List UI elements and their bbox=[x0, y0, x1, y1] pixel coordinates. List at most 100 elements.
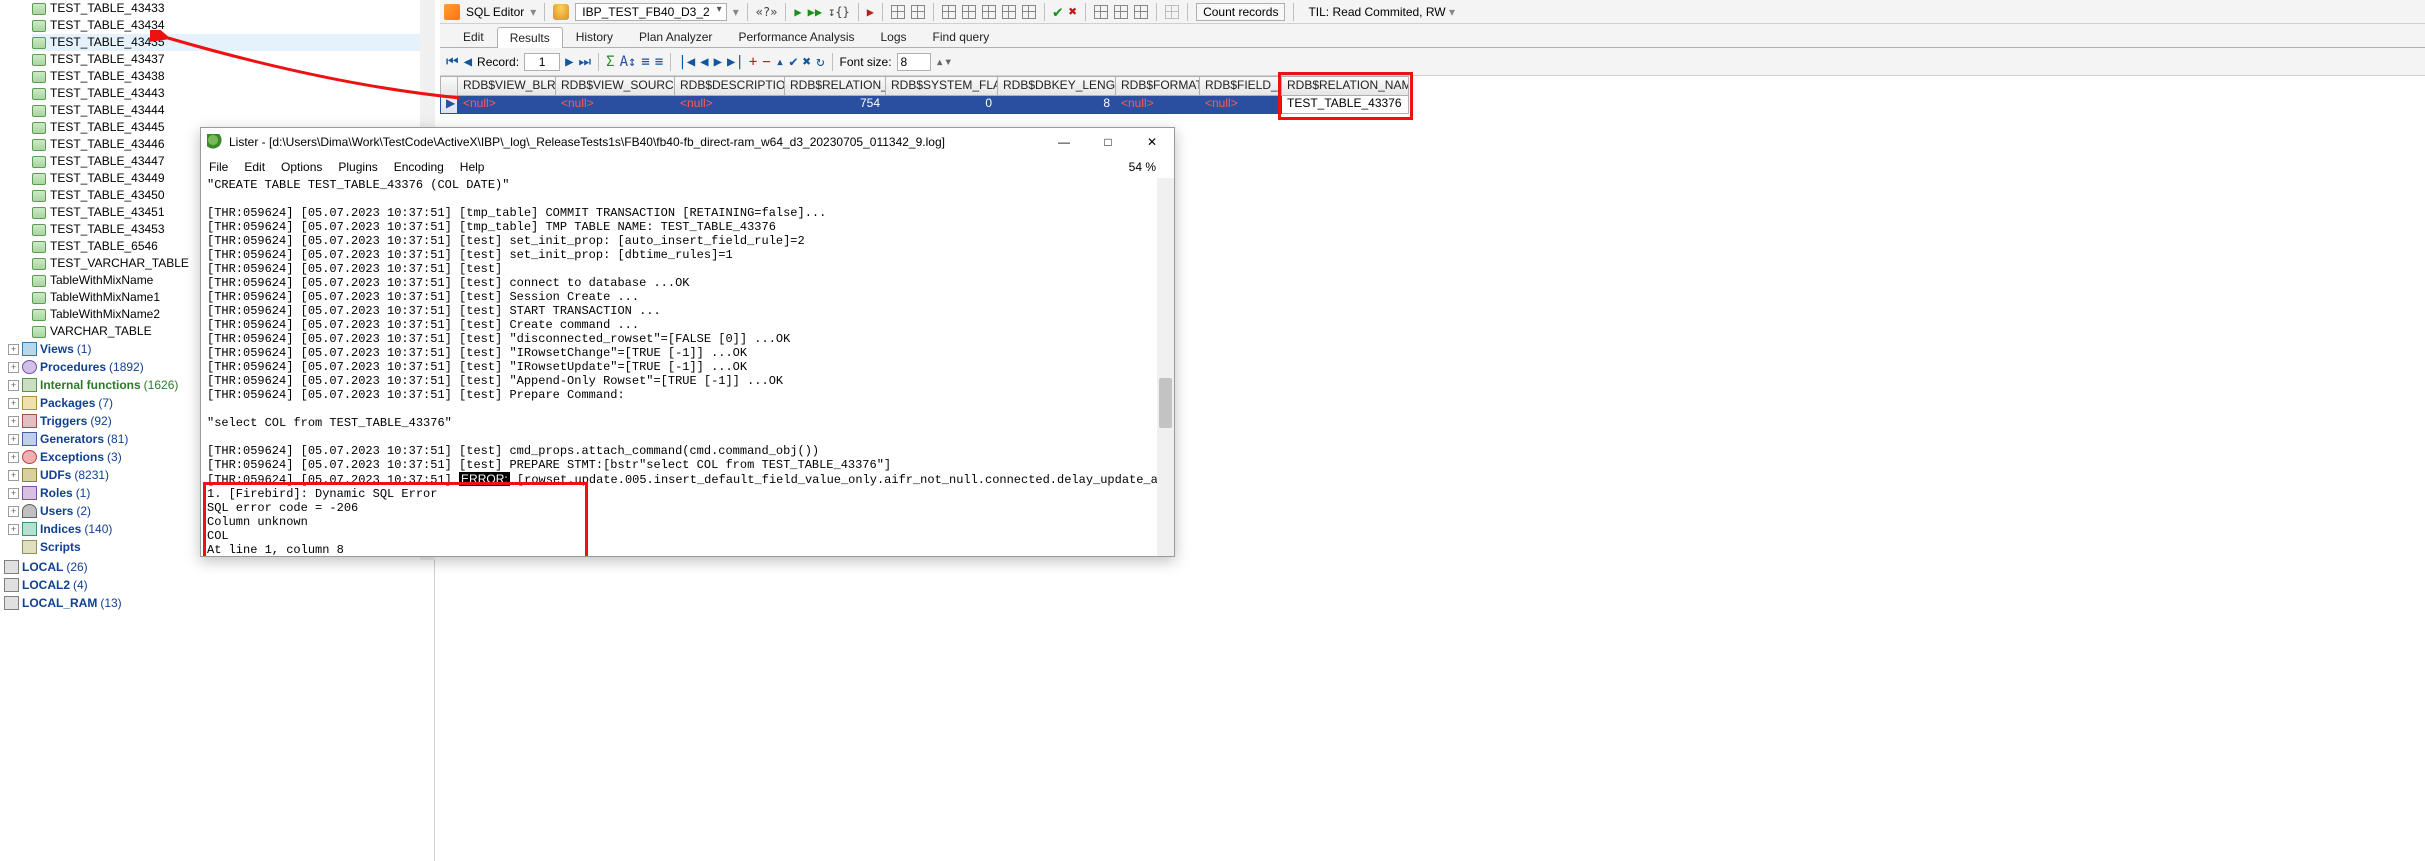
row-cancel-icon[interactable]: ✖ bbox=[803, 54, 811, 70]
font-size-stepper-icon[interactable]: ▴▾ bbox=[936, 54, 953, 70]
grid2-icon[interactable] bbox=[911, 5, 925, 19]
tab-history[interactable]: History bbox=[563, 26, 626, 47]
grid3-icon[interactable] bbox=[942, 5, 956, 19]
lister-body[interactable]: "CREATE TABLE TEST_TABLE_43376 (COL DATE… bbox=[201, 178, 1174, 556]
grid1-icon[interactable] bbox=[891, 5, 905, 19]
menu-plugins[interactable]: Plugins bbox=[338, 160, 377, 174]
grid-cell[interactable]: 0 bbox=[886, 96, 998, 114]
rollback-icon[interactable]: ✖ bbox=[1069, 4, 1077, 20]
database-dropdown[interactable]: IBP_TEST_FB40_D3_2 bbox=[575, 3, 726, 21]
grid-cell[interactable]: 8 bbox=[998, 96, 1116, 114]
tab-performance-analysis[interactable]: Performance Analysis bbox=[725, 26, 867, 47]
expand-icon[interactable]: + bbox=[8, 434, 19, 445]
font-size-input[interactable]: 8 bbox=[897, 53, 931, 71]
grid-cell[interactable]: <null> bbox=[675, 96, 785, 114]
export2-icon[interactable] bbox=[1114, 5, 1128, 19]
del-row-icon[interactable]: − bbox=[762, 54, 770, 70]
go-prev-icon[interactable]: ◀ bbox=[700, 54, 708, 70]
grid-data-row[interactable]: ▶ <null><null><null>75408<null><null>TES… bbox=[440, 96, 2425, 114]
count-records-button[interactable]: Count records bbox=[1196, 3, 1285, 21]
table-row[interactable]: TEST_TABLE_43433 bbox=[32, 0, 434, 17]
table-row[interactable]: TEST_TABLE_43443 bbox=[32, 85, 434, 102]
run-step-icon[interactable]: ▶▶ bbox=[808, 5, 822, 19]
grid6-icon[interactable] bbox=[1002, 5, 1016, 19]
expand-icon[interactable]: + bbox=[8, 470, 19, 481]
category-count: (81) bbox=[107, 430, 128, 448]
edit-row-icon[interactable]: ▴ bbox=[776, 54, 784, 70]
lister-titlebar[interactable]: Lister - [d:\Users\Dima\Work\TestCode\Ac… bbox=[201, 128, 1174, 156]
grid-cell[interactable]: <null> bbox=[556, 96, 675, 114]
expand-icon[interactable]: + bbox=[8, 344, 19, 355]
grid5-icon[interactable] bbox=[982, 5, 996, 19]
table-row[interactable]: TEST_TABLE_43438 bbox=[32, 68, 434, 85]
expand-icon[interactable]: + bbox=[8, 380, 19, 391]
grid-header-cell[interactable]: RDB$FIELD_ID bbox=[1200, 76, 1282, 96]
grid-header-cell[interactable]: RDB$SYSTEM_FLAG bbox=[886, 76, 998, 96]
run-red-icon[interactable]: ▶ bbox=[867, 5, 874, 19]
expand-icon[interactable]: + bbox=[8, 506, 19, 517]
menu-encoding[interactable]: Encoding bbox=[394, 160, 444, 174]
menu-options[interactable]: Options bbox=[281, 160, 322, 174]
menu-file[interactable]: File bbox=[209, 160, 228, 174]
grid-header-cell[interactable]: RDB$DESCRIPTION bbox=[675, 76, 785, 96]
expand-icon[interactable]: + bbox=[8, 416, 19, 427]
refresh-icon[interactable]: ↻ bbox=[816, 54, 824, 70]
nav-misc1-icon[interactable]: ≡ bbox=[641, 54, 649, 70]
grid4-icon[interactable] bbox=[962, 5, 976, 19]
close-button[interactable]: ✕ bbox=[1130, 128, 1174, 156]
go-first-icon[interactable]: |◀ bbox=[678, 54, 695, 70]
grid-cell[interactable]: <null> bbox=[1200, 96, 1282, 114]
db-alias-row[interactable]: LOCAL_RAM (13) bbox=[4, 594, 434, 612]
nav-last-icon[interactable]: ⏭ bbox=[579, 54, 592, 70]
export3-icon[interactable] bbox=[1134, 5, 1148, 19]
export4-icon[interactable] bbox=[1165, 5, 1179, 19]
expand-icon[interactable]: + bbox=[8, 524, 19, 535]
go-next-icon[interactable]: ▶ bbox=[714, 54, 722, 70]
nav-first-icon[interactable]: ⏮ bbox=[446, 54, 459, 70]
grid-cell[interactable]: 754 bbox=[785, 96, 886, 114]
db-alias-row[interactable]: LOCAL2 (4) bbox=[4, 576, 434, 594]
til-label[interactable]: TIL: Read Commited, RW ▾ bbox=[1302, 4, 1461, 20]
menu-help[interactable]: Help bbox=[460, 160, 485, 174]
expand-icon[interactable]: + bbox=[8, 362, 19, 373]
grid-header-cell[interactable]: RDB$DBKEY_LENGTH bbox=[998, 76, 1116, 96]
tab-results[interactable]: Results bbox=[497, 27, 563, 48]
expand-icon[interactable]: + bbox=[8, 488, 19, 499]
db-alias-row[interactable]: LOCAL (26) bbox=[4, 558, 434, 576]
tab-find-query[interactable]: Find query bbox=[920, 26, 1003, 47]
table-row[interactable]: TEST_TABLE_43444 bbox=[32, 102, 434, 119]
tab-edit[interactable]: Edit bbox=[450, 26, 497, 47]
grid-cell[interactable]: <null> bbox=[458, 96, 556, 114]
run-icon[interactable]: ▶ bbox=[794, 5, 801, 19]
minimize-button[interactable]: — bbox=[1042, 128, 1086, 156]
grid-header-cell[interactable]: RDB$FORMAT bbox=[1116, 76, 1200, 96]
grid-header-cell[interactable]: RDB$VIEW_BLR bbox=[458, 76, 556, 96]
add-row-icon[interactable]: + bbox=[749, 54, 757, 70]
export1-icon[interactable] bbox=[1094, 5, 1108, 19]
expand-icon[interactable]: + bbox=[8, 398, 19, 409]
expand-icon[interactable]: + bbox=[8, 452, 19, 463]
menu-edit[interactable]: Edit bbox=[244, 160, 265, 174]
table-row[interactable]: TEST_TABLE_43434 bbox=[32, 17, 434, 34]
nav-misc2-icon[interactable]: ≡ bbox=[655, 54, 663, 70]
help-icon[interactable]: «?» bbox=[756, 5, 778, 19]
grid-header-cell[interactable]: RDB$VIEW_SOURCE bbox=[556, 76, 675, 96]
nav-sort-icon[interactable]: A↕ bbox=[620, 54, 637, 70]
nav-filter-icon[interactable]: Σ bbox=[606, 54, 614, 70]
maximize-button[interactable]: □ bbox=[1086, 128, 1130, 156]
grid-header-cell[interactable]: RDB$RELATION_ID bbox=[785, 76, 886, 96]
go-last-icon[interactable]: ▶| bbox=[727, 54, 744, 70]
table-row[interactable]: TEST_TABLE_43437 bbox=[32, 51, 434, 68]
row-commit-icon[interactable]: ✔ bbox=[789, 54, 797, 70]
record-input[interactable]: 1 bbox=[524, 53, 560, 71]
commit-icon[interactable]: ✔ bbox=[1053, 2, 1063, 21]
lister-scrollbar[interactable] bbox=[1157, 178, 1174, 556]
nav-prev-icon[interactable]: ◀ bbox=[464, 54, 472, 70]
grid-cell[interactable]: <null> bbox=[1116, 96, 1200, 114]
tab-logs[interactable]: Logs bbox=[868, 26, 920, 47]
nav-next-icon[interactable]: ▶ bbox=[565, 54, 573, 70]
table-row[interactable]: TEST_TABLE_43435 bbox=[32, 34, 434, 51]
tab-plan-analyzer[interactable]: Plan Analyzer bbox=[626, 26, 725, 47]
run-to-cursor-icon[interactable]: ↧{} bbox=[828, 5, 850, 19]
grid7-icon[interactable] bbox=[1022, 5, 1036, 19]
